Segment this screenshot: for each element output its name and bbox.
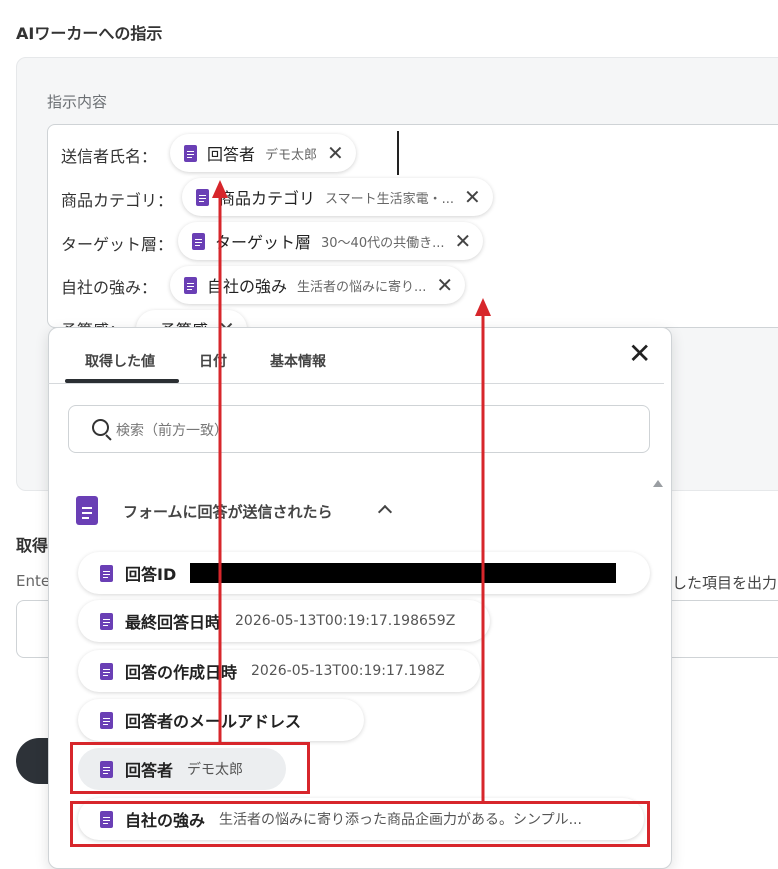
output-section-description: Ente — [16, 572, 51, 590]
form-doc-icon — [100, 711, 113, 729]
remove-chip-icon[interactable]: ✕ — [327, 143, 344, 163]
remove-chip-icon[interactable]: ✕ — [455, 231, 472, 251]
form-doc-icon — [100, 612, 113, 630]
chip-value: 30〜40代の共働き... — [321, 235, 445, 251]
scroll-up-arrow-icon[interactable] — [653, 480, 663, 487]
form-doc-icon — [184, 276, 197, 294]
item-label: 回答ID — [125, 565, 177, 584]
remove-chip-icon[interactable]: ✕ — [464, 187, 481, 207]
form-doc-icon — [76, 496, 98, 525]
variable-chip-strength[interactable]: 自社の強み 生活者の悩みに寄り... ✕ — [170, 266, 466, 304]
group-label[interactable]: フォームに回答が送信されたら — [123, 501, 333, 522]
annotation-box-strength — [70, 801, 650, 847]
form-doc-icon — [184, 144, 197, 162]
tab-acquired-values[interactable]: 取得した値 — [85, 351, 155, 371]
chip-value: スマート生活家電・... — [325, 191, 455, 207]
editor-line-label-strength: 自社の強み： — [61, 278, 158, 297]
close-icon[interactable]: ✕ — [628, 340, 651, 368]
chip-label: 回答者 — [207, 145, 256, 164]
tab-date[interactable]: 日付 — [199, 351, 227, 371]
panel-label: 指示内容 — [47, 93, 108, 111]
list-item-created-time[interactable]: 回答の作成日時 2026-05-13T00:19:17.198Z — [78, 650, 480, 692]
annotation-box-respondent — [70, 742, 310, 794]
item-value: 2026-05-13T00:19:17.198659Z — [235, 613, 456, 629]
output-section-description-tail: した項目を出力 — [672, 574, 778, 592]
search-placeholder: 検索（前方一致） — [116, 423, 228, 439]
list-item-respondent-email[interactable]: 回答者のメールアドレス — [78, 699, 364, 741]
chip-label: 自社の強み — [207, 277, 288, 296]
item-label: 最終回答日時 — [125, 613, 222, 632]
form-doc-icon — [100, 662, 113, 680]
list-item-response-id[interactable]: 回答ID — [78, 552, 650, 594]
item-value: 2026-05-13T00:19:17.198Z — [251, 663, 445, 679]
variable-chip-target[interactable]: ターゲット層 30〜40代の共働き... ✕ — [178, 222, 484, 260]
chip-label: ターゲット層 — [215, 233, 312, 252]
editor-line-label-sender: 送信者氏名： — [61, 147, 158, 166]
item-label: 回答者のメールアドレス — [125, 712, 302, 731]
editor-line-label-target: ターゲット層： — [61, 235, 174, 254]
form-doc-icon — [196, 188, 209, 206]
chip-label: 商品カテゴリ — [219, 189, 316, 208]
remove-chip-icon[interactable]: ✕ — [436, 275, 453, 295]
tab-divider — [48, 383, 664, 384]
item-label: 回答の作成日時 — [125, 663, 238, 682]
section-title: AIワーカーへの指示 — [16, 24, 163, 43]
chip-value: 生活者の悩みに寄り... — [297, 279, 427, 295]
form-doc-icon — [100, 564, 113, 582]
tab-basic-info[interactable]: 基本情報 — [270, 351, 326, 371]
chip-value: デモ太郎 — [265, 147, 318, 163]
variable-chip-respondent[interactable]: 回答者 デモ太郎 ✕ — [170, 134, 356, 172]
redacted-value — [190, 563, 617, 583]
output-section-title: 取得 — [16, 536, 49, 555]
form-doc-icon — [192, 232, 205, 250]
search-icon — [92, 419, 109, 436]
list-item-last-answer-time[interactable]: 最終回答日時 2026-05-13T00:19:17.198659Z — [78, 600, 490, 642]
variable-chip-category[interactable]: 商品カテゴリ スマート生活家電・... ✕ — [182, 178, 493, 216]
text-cursor — [397, 131, 399, 175]
editor-line-label-category: 商品カテゴリ： — [61, 191, 174, 210]
